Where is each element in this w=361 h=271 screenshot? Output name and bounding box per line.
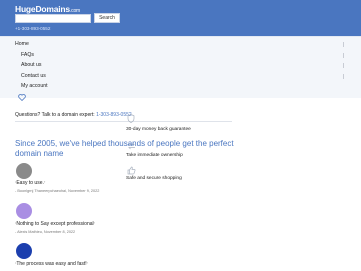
shield-icon (127, 114, 135, 123)
site-logo[interactable]: HugeDomains.com (15, 4, 80, 14)
contact-line: Questions? Talk to a domain expert: 1-30… (15, 112, 132, 118)
menu-item-account[interactable]: My account (21, 83, 48, 89)
menu-expand-icon[interactable] (343, 53, 347, 58)
testimonial-text: Easy to use. (16, 180, 44, 186)
site-header: HugeDomains.com Search +1-303-893-0552 (0, 0, 361, 36)
search-input[interactable] (15, 14, 91, 23)
thumbs-up-icon (127, 166, 136, 175)
heart-icon[interactable] (18, 94, 26, 101)
menu-expand-icon[interactable] (343, 42, 347, 47)
testimonial-author: - Alexis Mathieu, November 8, 2022 (15, 230, 76, 234)
avatar (16, 243, 32, 259)
feature-money-back: 30-day money back guarantee (126, 127, 191, 132)
main-menu: Home FAQs About us Contact us My account (0, 36, 361, 101)
menu-expand-icon[interactable] (343, 63, 347, 68)
divider (15, 121, 232, 122)
testimonial-quote: “Nothing to Say except professional” (15, 221, 95, 227)
testimonial-text: Nothing to Say except professional (16, 221, 94, 227)
search-button[interactable]: Search (94, 13, 120, 23)
testimonial-text: The process was easy and fast! (16, 261, 87, 267)
avatar (16, 203, 32, 219)
avatar (16, 163, 32, 179)
testimonial-quote: “The process was easy and fast!” (15, 261, 88, 267)
feature-secure: Safe and secure shopping (126, 176, 182, 181)
menu-item-home[interactable]: Home (15, 41, 29, 47)
menu-item-about[interactable]: About us (21, 62, 41, 68)
testimonial-author: - Boonlgrnj Thaneerpchaeohai, November 9… (15, 189, 100, 193)
menu-item-faqs[interactable]: FAQs (21, 52, 34, 58)
header-phone[interactable]: +1-303-893-0552 (15, 26, 50, 31)
contact-question: Questions? Talk to a domain expert: (15, 112, 95, 118)
testimonial-quote: “Easy to use.” (15, 180, 46, 186)
menu-item-contact[interactable]: Contact us (21, 73, 46, 79)
logo-text: HugeDomains (15, 4, 70, 14)
headline: Since 2005, we've helped thousands of pe… (15, 139, 234, 158)
menu-expand-icon[interactable] (343, 74, 347, 79)
